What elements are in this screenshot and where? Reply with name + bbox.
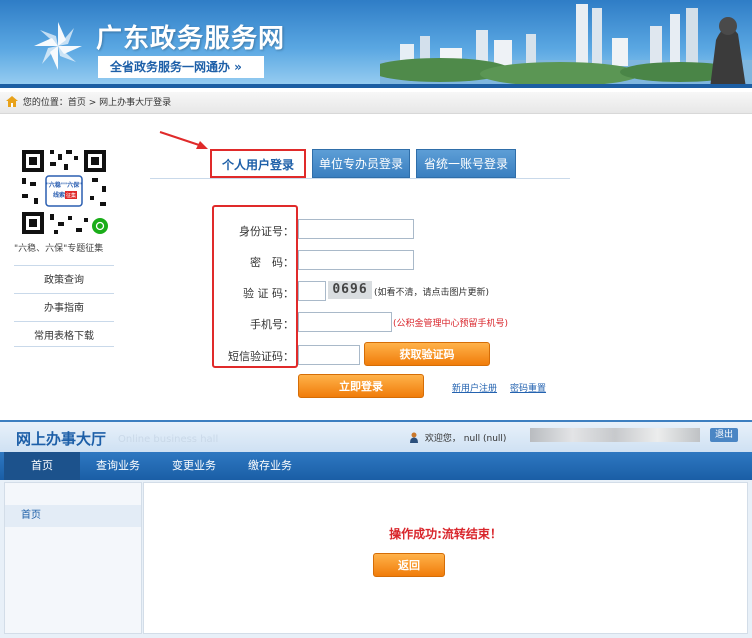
side-menu-item-home[interactable]: 首页	[5, 505, 141, 527]
sidebar-link-form-download[interactable]: 常用表格下载	[14, 321, 114, 343]
breadcrumb-home-link[interactable]: 首页	[68, 98, 86, 108]
password-reset-link[interactable]: 密码重置	[510, 381, 546, 394]
business-hall-screen: 网上办事大厅 Online business hall 欢迎您， null (n…	[0, 420, 752, 638]
breadcrumb: 您的位置：首页 > 网上办事大厅登录	[0, 92, 752, 114]
hall-header: 网上办事大厅 Online business hall 欢迎您， null (n…	[0, 420, 752, 452]
home-icon	[6, 96, 18, 107]
qr-badge-line2: 线索	[53, 191, 65, 199]
qr-code-image[interactable]: "六稳""六保" 线索 征集	[14, 142, 114, 242]
hall-content: 操作成功:流转结束！ 返回	[143, 482, 748, 634]
hall-subtitle: Online business hall	[118, 434, 219, 445]
id-number-label: 身份证号：	[239, 225, 294, 238]
nav-item-change[interactable]: 变更业务	[158, 452, 230, 480]
redacted-user-info	[530, 428, 700, 442]
login-button[interactable]: 立即登录	[298, 374, 424, 398]
qr-badge-tag: 征集	[66, 192, 76, 199]
register-link[interactable]: 新用户注册	[452, 381, 497, 394]
success-message: 操作成功:流转结束！	[389, 527, 502, 541]
user-welcome: 欢迎您， null (null)	[410, 431, 506, 444]
user-icon	[410, 432, 418, 443]
sidebar-link-service-guide[interactable]: 办事指南	[14, 293, 114, 315]
captcha-input[interactable]	[298, 281, 326, 301]
banner-divider	[0, 84, 752, 88]
sms-code-input[interactable]	[298, 345, 360, 365]
phone-label: 手机号：	[250, 318, 294, 331]
tab-unified-account-login[interactable]: 省统一账号登录	[416, 149, 516, 178]
phone-input[interactable]	[298, 312, 392, 332]
sidebar-divider	[14, 346, 114, 347]
site-title: 广东政务服务网	[96, 24, 286, 54]
password-label: 密 码：	[250, 256, 294, 269]
site-logo-icon	[34, 22, 82, 70]
tab-personal-login[interactable]: 个人用户登录	[210, 149, 306, 178]
password-input[interactable]	[298, 250, 414, 270]
back-button[interactable]: 返回	[373, 553, 445, 577]
captcha-hint: (如看不清，请点击图片更新)	[374, 288, 490, 298]
login-tabs: 个人用户登录 单位专办员登录 省统一账号登录	[150, 145, 570, 179]
site-slogan[interactable]: 全省政务服务一网通办 »	[98, 56, 264, 78]
main-nav: 首页 查询业务 变更业务 缴存业务	[0, 452, 752, 480]
welcome-text: 欢迎您， null (null)	[424, 434, 507, 444]
captcha-label: 验 证 码：	[243, 287, 294, 300]
qr-badge-line1: "六稳""六保"	[46, 181, 83, 189]
nav-item-query[interactable]: 查询业务	[82, 452, 154, 480]
captcha-image[interactable]: 0696	[328, 281, 372, 299]
phone-hint: (公积金管理中心预留手机号)	[393, 319, 509, 329]
qr-caption: "六稳、六保"专题征集	[14, 244, 104, 254]
hall-title: 网上办事大厅	[16, 430, 107, 448]
nav-item-deposit[interactable]: 缴存业务	[234, 452, 306, 480]
city-skyline-image	[380, 4, 752, 88]
get-code-button[interactable]: 获取验证码	[364, 342, 490, 366]
id-number-input[interactable]	[298, 219, 414, 239]
breadcrumb-prefix: 您的位置：	[22, 98, 68, 108]
breadcrumb-separator: >	[85, 98, 100, 108]
nav-item-home[interactable]: 首页	[4, 452, 80, 480]
logout-button[interactable]: 退出	[710, 428, 738, 442]
breadcrumb-current: 网上办事大厅登录	[99, 98, 172, 108]
site-banner: 广东政务服务网 全省政务服务一网通办 »	[0, 0, 752, 88]
login-area: "六稳""六保" 线索 征集 "六稳、六保"专题征集 政策查询 办事指南 常用表…	[0, 115, 752, 420]
sms-code-label: 短信验证码：	[228, 350, 294, 363]
tab-unit-staff-login[interactable]: 单位专办员登录	[312, 149, 410, 178]
hall-side-menu: 首页	[4, 482, 142, 634]
sidebar-link-policy-query[interactable]: 政策查询	[14, 265, 114, 287]
